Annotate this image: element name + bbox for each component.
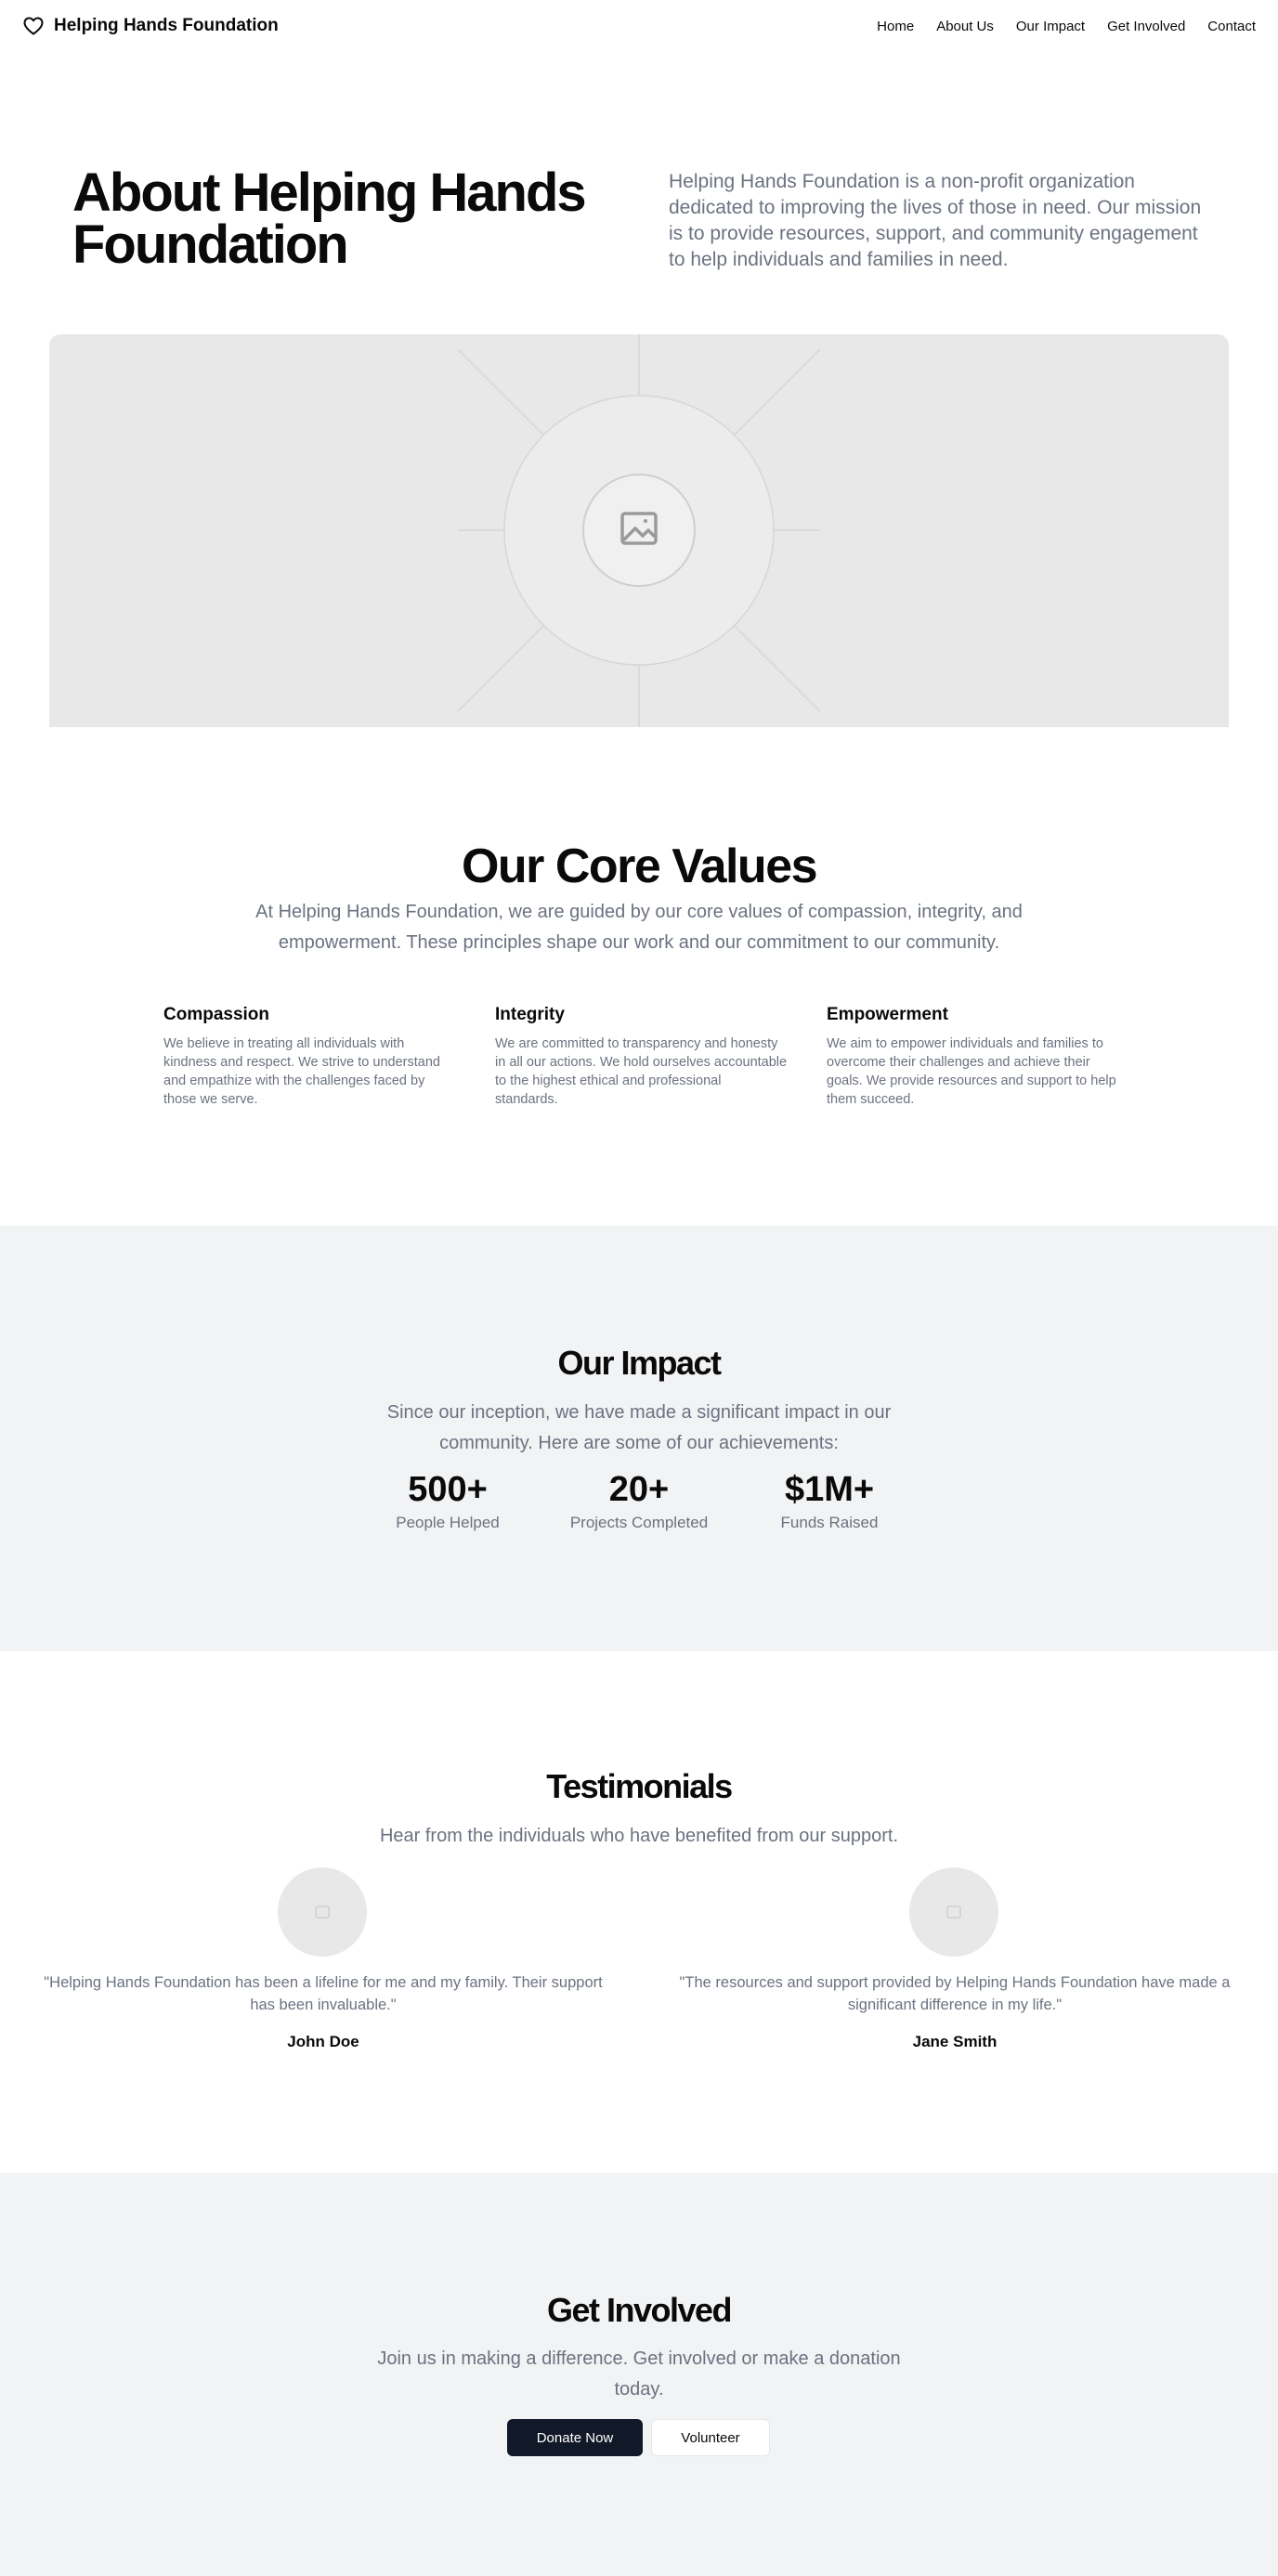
value-text: We are committed to transparency and hon… (495, 1036, 788, 1107)
avatar-placeholder-icon (946, 1906, 961, 1919)
hero-title: About Helping Hands Foundation (72, 163, 587, 275)
stat-value: $1M+ (784, 1470, 875, 1509)
value-text: We believe in treating all individuals w… (163, 1036, 440, 1107)
stat-label: Funds Raised (780, 1514, 879, 1531)
hero-description: Helping Hands Foundation is a non-profit… (669, 171, 1202, 270)
stat-label: People Helped (396, 1514, 500, 1531)
image-placeholder-icon (457, 334, 821, 727)
testimonial-author: Jane Smith (912, 2033, 998, 2050)
brand[interactable]: Helping Hands Foundation (22, 15, 279, 37)
hero-image-placeholder (49, 334, 1229, 727)
avatar (278, 1867, 367, 1957)
site-header: Helping Hands Foundation Home About Us O… (0, 0, 1278, 52)
stat-projects-completed: 20+ Projects Completed (546, 1469, 732, 1532)
main-nav: Home About Us Our Impact Get Involved Co… (877, 19, 1256, 34)
nav-contact[interactable]: Contact (1207, 19, 1256, 34)
stat-value: 500+ (408, 1470, 488, 1509)
avatar-placeholder-icon (315, 1906, 330, 1919)
impact-title: Our Impact (557, 1344, 722, 1382)
value-card-empowerment: Empowerment We aim to empower individual… (827, 1005, 1119, 1109)
get-involved-title: Get Involved (546, 2291, 733, 2329)
donate-now-button[interactable]: Donate Now (507, 2419, 643, 2456)
testimonial-quote: "Helping Hands Foundation has been a lif… (44, 1974, 603, 2013)
nav-about-us[interactable]: About Us (936, 19, 994, 34)
value-title: Integrity (495, 1005, 565, 1024)
stat-funds-raised: $1M+ Funds Raised (737, 1469, 922, 1532)
stat-label: Projects Completed (569, 1514, 709, 1531)
heart-icon (22, 15, 45, 37)
brand-name: Helping Hands Foundation (54, 16, 279, 35)
nav-our-impact[interactable]: Our Impact (1016, 19, 1085, 34)
value-card-integrity: Integrity We are committed to transparen… (495, 1005, 788, 1109)
value-title: Empowerment (827, 1005, 948, 1024)
testimonial-author: John Doe (287, 2033, 359, 2050)
volunteer-button[interactable]: Volunteer (651, 2419, 770, 2456)
values-subtitle: At Helping Hands Foundation, we are guid… (255, 902, 1023, 953)
stat-value: 20+ (608, 1470, 670, 1509)
testimonials-subtitle: Hear from the individuals who have benef… (379, 1826, 899, 1846)
testimonial-quote: "The resources and support provided by H… (679, 1974, 1231, 2013)
values-title: Our Core Values (461, 839, 818, 893)
value-text: We aim to empower individuals and famili… (827, 1036, 1116, 1107)
stat-people-helped: 500+ People Helped (355, 1469, 541, 1532)
testimonials-title: Testimonials (546, 1767, 733, 1805)
nav-get-involved[interactable]: Get Involved (1107, 19, 1185, 34)
get-involved-subtitle: Join us in making a difference. Get invo… (377, 2348, 901, 2400)
nav-home[interactable]: Home (877, 19, 914, 34)
impact-subtitle: Since our inception, we have made a sign… (386, 1402, 892, 1453)
value-card-compassion: Compassion We believe in treating all in… (163, 1005, 456, 1109)
value-title: Compassion (163, 1005, 270, 1024)
avatar (909, 1867, 998, 1957)
